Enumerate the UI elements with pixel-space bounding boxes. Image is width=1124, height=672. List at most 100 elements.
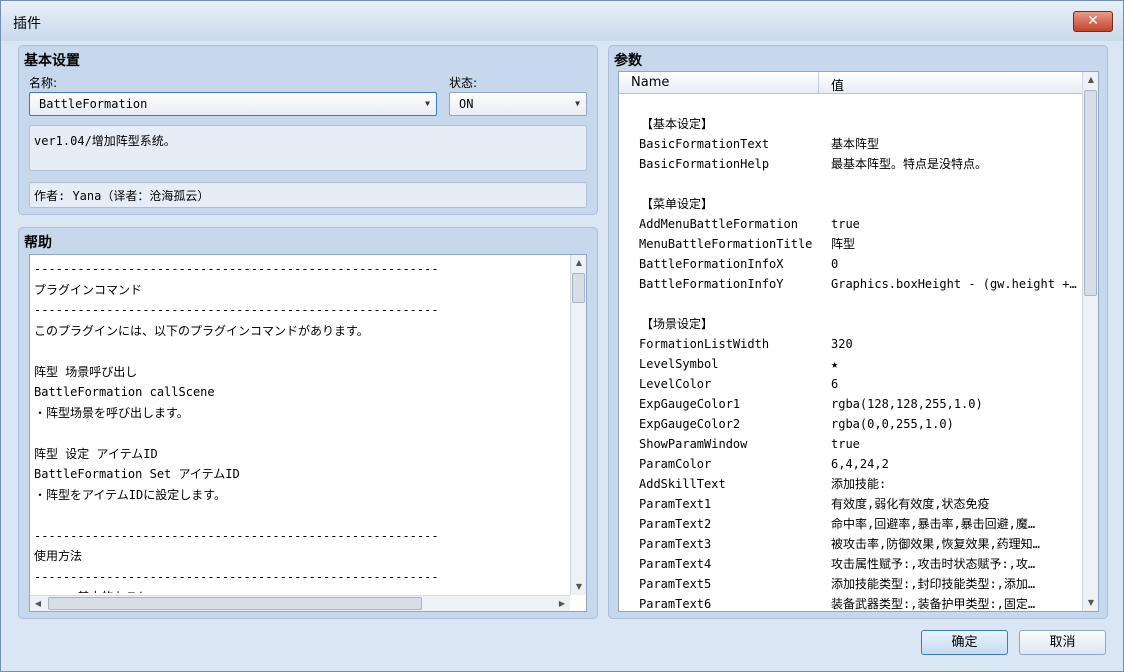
help-line: 阵型 场景呼び出し [34,364,138,379]
param-name: ParamText2 [639,517,712,531]
param-name: ParamText4 [639,557,712,571]
param-name: BattleFormationInfoX [639,257,784,271]
param-value: 有效度,弱化有效度,状态免疫 [831,497,990,511]
params-rows: 【基本设定】 BasicFormationText 基本阵型 BasicFormati… [619,94,1083,611]
status-label: 状态: [449,76,478,90]
column-header-value[interactable]: 值 [831,75,844,94]
help-line: プラグインコマンド [34,282,143,297]
help-vertical-scrollbar[interactable]: ▲ ▼ [570,255,586,595]
help-vscroll-thumb[interactable] [572,273,585,303]
param-name: ParamText5 [639,577,712,591]
param-row[interactable]: ParamText1 有效度,弱化有效度,状态免疫 [619,494,1083,514]
author-text: 作者: Yana（译者：沧海孤云） [34,189,210,203]
description-field[interactable]: ver1.04/增加阵型系统。 [29,125,587,171]
blank-row[interactable] [619,174,1083,194]
param-name: ShowParamWindow [639,437,748,451]
param-row[interactable]: MenuBattleFormationTitle 阵型 [619,234,1083,254]
param-value: 被攻击率,防御效果,恢复效果,药理知… [831,537,1040,551]
param-value: true [831,437,860,451]
blank-row[interactable] [619,294,1083,314]
basic-settings-title: 基本设置 [24,53,80,69]
param-value: Graphics.boxHeight - (gw.height + h) [831,277,1081,291]
status-select[interactable]: ON ▼ [449,92,587,116]
params-table-header: Name 值 [619,72,1083,94]
param-row[interactable]: ParamText3 被攻击率,防御效果,恢复效果,药理知… [619,534,1083,554]
param-value: 最基本阵型。特点是没特点。 [831,157,988,171]
scroll-down-arrow-icon[interactable]: ▼ [1083,595,1098,611]
param-value: 装备武器类型:,装备护甲类型:,固定… [831,597,1036,611]
param-row[interactable]: ExpGaugeColor1 rgba(128,128,255,1.0) [619,394,1083,414]
param-row[interactable]: BattleFormationInfoY Graphics.boxHeight -… [619,274,1083,294]
status-select-value: ON [459,97,474,111]
section-label: 【菜单设定】 [641,197,714,211]
cancel-button[interactable]: 取消 [1019,630,1106,655]
param-name: BattleFormationInfoY [639,277,784,291]
param-name: LevelColor [639,377,712,391]
params-table[interactable]: Name 值 【基本设定】 BasicFormationText 基本阵型 Basic… [618,71,1099,612]
param-value: 0 [831,257,839,271]
section-row[interactable]: 【基本设定】 [619,114,1083,134]
help-line: ・阵型をアイテムIDに設定します。 [34,487,227,502]
author-field[interactable]: 作者: Yana（译者：沧海孤云） [29,182,587,208]
param-row[interactable]: ParamText6 装备武器类型:,装备护甲类型:,固定… [619,594,1083,611]
name-select-value: BattleFormation [39,97,148,111]
scroll-up-arrow-icon[interactable]: ▲ [571,255,586,271]
param-row[interactable]: ShowParamWindow true [619,434,1083,454]
param-row[interactable]: ParamText2 命中率,回避率,暴击率,暴击回避,魔… [619,514,1083,534]
section-label: 【场景设定】 [641,317,714,331]
param-name: ParamColor [639,457,712,471]
param-row[interactable]: AddSkillText 添加技能: [619,474,1083,494]
param-row[interactable]: ExpGaugeColor2 rgba(0,0,255,1.0) [619,414,1083,434]
help-line: BattleFormation callScene [34,385,215,399]
param-value: ★ [831,357,839,371]
help-line: このプラグインには、以下のプラグインコマンドがあります。 [34,323,369,338]
help-line: ----------------------------------------… [34,303,439,317]
help-line: 基本的なこと [34,587,570,593]
help-textarea[interactable]: ----------------------------------------… [29,254,587,612]
param-name: ExpGaugeColor1 [639,397,741,411]
param-value: 6 [831,377,839,391]
name-select[interactable]: BattleFormation ▼ [29,92,437,116]
section-label: 【基本设定】 [641,117,714,131]
param-row[interactable]: BasicFormationHelp 最基本阵型。特点是没特点。 [619,154,1083,174]
params-vertical-scrollbar[interactable]: ▲ ▼ [1082,72,1098,611]
param-row[interactable]: ParamText4 攻击属性赋予:,攻击时状态赋予:,攻… [619,554,1083,574]
blank-row[interactable] [619,94,1083,114]
help-hscroll-thumb[interactable] [48,597,422,610]
section-row[interactable]: 【菜单设定】 [619,194,1083,214]
column-header-name[interactable]: Name [631,75,669,90]
param-row[interactable]: BasicFormationText 基本阵型 [619,134,1083,154]
param-name: FormationListWidth [639,337,770,351]
ok-button[interactable]: 确定 [921,630,1008,655]
help-line: ・阵型场景を呼び出します。 [34,405,189,420]
help-horizontal-scrollbar[interactable]: ◀ ▶ [30,595,570,611]
close-button[interactable]: ✕ [1073,11,1113,32]
param-value: rgba(0,0,255,1.0) [831,417,954,431]
help-line: ----------------------------------------… [34,262,439,276]
param-row[interactable]: AddMenuBattleFormation true [619,214,1083,234]
params-vscroll-thumb[interactable] [1084,90,1097,296]
param-name: ExpGaugeColor2 [639,417,741,431]
param-name: LevelSymbol [639,357,719,371]
param-row[interactable]: ParamText5 添加技能类型:,封印技能类型:,添加… [619,574,1083,594]
help-line: ----------------------------------------… [34,569,439,584]
section-row[interactable]: 【场景设定】 [619,314,1083,334]
param-value: 添加技能: [831,477,887,491]
param-name: AddMenuBattleFormation [639,217,798,231]
scroll-left-arrow-icon[interactable]: ◀ [30,596,46,611]
scroll-right-arrow-icon[interactable]: ▶ [554,596,570,611]
param-row[interactable]: ParamColor 6,4,24,2 [619,454,1083,474]
help-line: 阵型 设定 アイテムID [34,446,158,461]
param-row[interactable]: BattleFormationInfoX 0 [619,254,1083,274]
column-divider[interactable] [818,72,819,94]
chevron-down-icon: ▼ [425,99,430,108]
scroll-up-arrow-icon[interactable]: ▲ [1083,72,1098,88]
param-row[interactable]: LevelColor 6 [619,374,1083,394]
param-row[interactable]: LevelSymbol ★ [619,354,1083,374]
help-title: 帮助 [24,235,52,251]
name-label: 名称: [29,76,58,90]
scroll-down-arrow-icon[interactable]: ▼ [571,579,586,595]
title-bar: 插件 ✕ [1,1,1123,41]
param-row[interactable]: FormationListWidth 320 [619,334,1083,354]
param-value: 6,4,24,2 [831,457,889,471]
